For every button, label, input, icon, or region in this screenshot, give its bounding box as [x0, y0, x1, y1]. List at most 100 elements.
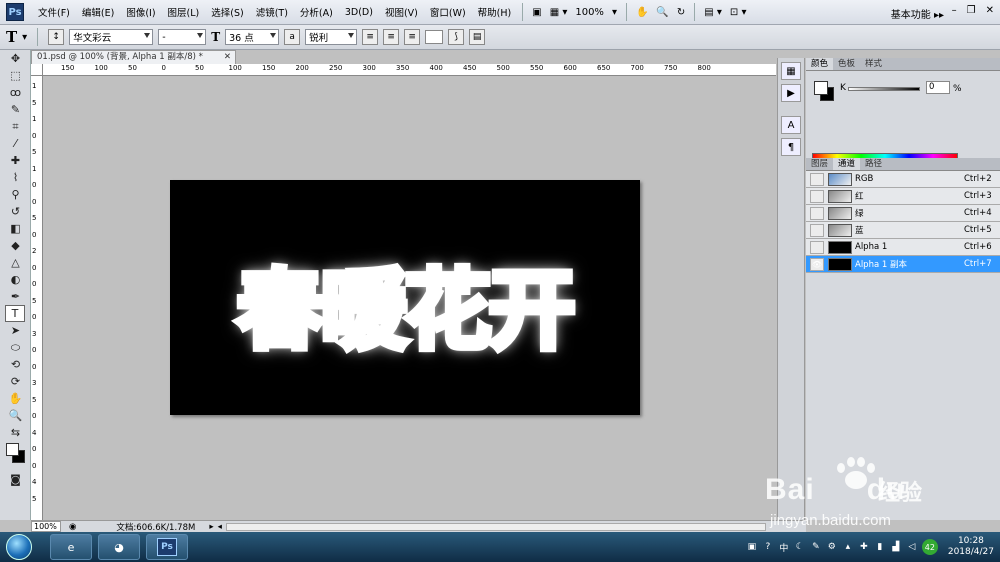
tool-preset-picker[interactable]: T	[6, 28, 17, 46]
help-icon[interactable]: ?	[762, 541, 774, 553]
ime-icon[interactable]: 中	[778, 541, 790, 554]
eye-icon[interactable]: 👁	[810, 257, 824, 271]
paragraph-icon[interactable]: ¶	[781, 138, 801, 156]
history-brush-icon[interactable]: ↺	[0, 203, 31, 220]
taskbar-photoshop[interactable]: Ps	[146, 534, 188, 560]
eraser-tool-icon[interactable]: ◧	[0, 220, 31, 237]
tab-color[interactable]: 颜色	[806, 58, 834, 70]
quick-mask-icon[interactable]: ◙	[0, 471, 31, 488]
menu-layer[interactable]: 图层(L)	[162, 5, 206, 19]
status-menu-icon[interactable]: ◉	[69, 522, 76, 532]
zoom-tool-icon[interactable]: 🔍	[0, 407, 31, 424]
status-zoom-field[interactable]: 100%	[31, 521, 61, 532]
menu-window[interactable]: 窗口(W)	[424, 5, 472, 19]
align-left-icon[interactable]: ≡	[362, 29, 379, 45]
close-document-icon[interactable]: ✕	[224, 51, 231, 64]
signal-icon[interactable]: ▟	[890, 541, 902, 553]
visibility-toggle[interactable]	[810, 189, 824, 203]
channel-row-green[interactable]: 绿 Ctrl+4	[806, 205, 1000, 222]
warp-text-icon[interactable]: ⟆	[448, 29, 465, 45]
dodge-tool-icon[interactable]: ◐	[0, 271, 31, 288]
visibility-toggle[interactable]	[810, 206, 824, 220]
menu-image[interactable]: 图像(I)	[120, 5, 161, 19]
3d-orbit-icon[interactable]: ⟳	[0, 373, 31, 390]
lasso-tool-icon[interactable]: ꝏ	[0, 84, 31, 101]
menu-view[interactable]: 视图(V)	[379, 5, 424, 19]
menu-select[interactable]: 选择(S)	[205, 5, 249, 19]
channel-row-alpha1[interactable]: Alpha 1 Ctrl+6	[806, 239, 1000, 256]
volume-icon[interactable]: ◁	[906, 541, 918, 553]
workspace-switcher[interactable]: 基本功能 ▸▸	[891, 6, 944, 21]
zoom-dropdown-icon[interactable]: ▾	[608, 3, 621, 21]
shape-tool-icon[interactable]: ⬭	[0, 339, 31, 356]
align-center-icon[interactable]: ≡	[383, 29, 400, 45]
move-tool-icon[interactable]: ✥	[0, 50, 31, 67]
status-arrow-icon[interactable]: ▸	[209, 522, 213, 532]
dropdown-arrow-icon[interactable]: ▾	[22, 32, 27, 43]
3d-rotate-icon[interactable]: ⟲	[0, 356, 31, 373]
close-icon[interactable]: ✕	[986, 5, 994, 16]
tab-swatches[interactable]: 色板	[833, 58, 860, 70]
canvas[interactable]: 春暖花开	[170, 180, 640, 415]
foreground-color-swatch[interactable]	[814, 81, 828, 95]
pen-tool-icon[interactable]: ✒	[0, 288, 31, 305]
clock[interactable]: 10:28 2018/4/27	[948, 536, 994, 558]
character-icon[interactable]: A	[781, 116, 801, 134]
font-family-select[interactable]: 华文彩云	[69, 29, 154, 45]
k-value-input[interactable]: 0	[926, 81, 950, 94]
bridge-icon[interactable]: ▣	[528, 3, 545, 21]
hand-tool-icon[interactable]: ✋	[632, 3, 652, 21]
tab-layers[interactable]: 图层	[806, 158, 833, 170]
clone-stamp-icon[interactable]: ⚲	[0, 186, 31, 203]
crop-tool-icon[interactable]: ⌗	[0, 118, 31, 135]
brush-tool-icon[interactable]: ⌇	[0, 169, 31, 186]
arrange-documents-icon[interactable]: ▤ ▾	[700, 3, 726, 21]
histogram-icon[interactable]: ▦	[781, 62, 801, 80]
vertical-ruler[interactable]: 15105100502005030035040045	[31, 76, 43, 520]
edit-icon[interactable]: ✎	[810, 541, 822, 553]
tab-styles[interactable]: 样式	[860, 58, 887, 70]
notification-badge[interactable]: 42	[921, 539, 938, 555]
screen-mode-icon[interactable]: ⊡ ▾	[726, 3, 751, 21]
align-right-icon[interactable]: ≡	[404, 29, 421, 45]
horizontal-ruler[interactable]: 150 100 50 0 50 100 150 200 250 300 350 400 450 500 55…	[43, 64, 776, 76]
channel-row-red[interactable]: 红 Ctrl+3	[806, 188, 1000, 205]
view-extras-icon[interactable]: ▦ ▾	[546, 3, 572, 21]
tab-channels[interactable]: 通道	[833, 158, 861, 170]
visibility-toggle[interactable]	[810, 223, 824, 237]
marquee-tool-icon[interactable]: ⬚	[0, 67, 31, 84]
tray-app-icon[interactable]: ▣	[746, 541, 758, 553]
network-icon[interactable]: ▮	[874, 541, 886, 553]
menu-3d[interactable]: 3D(D)	[339, 7, 379, 18]
font-size-select[interactable]: 36 点	[225, 29, 280, 45]
text-color-swatch[interactable]	[425, 30, 444, 44]
ruler-origin[interactable]	[31, 64, 43, 76]
visibility-toggle[interactable]	[810, 172, 824, 186]
taskbar-chrome-icon[interactable]: ◕	[98, 534, 140, 560]
channel-row-blue[interactable]: 蓝 Ctrl+5	[806, 222, 1000, 239]
channel-row-alpha1-copy[interactable]: 👁 Alpha 1 副本 Ctrl+7	[806, 256, 1000, 273]
menu-edit[interactable]: 编辑(E)	[76, 5, 120, 19]
path-select-icon[interactable]: ➤	[0, 322, 31, 339]
eyedropper-tool-icon[interactable]: ⁄	[0, 135, 31, 152]
blur-tool-icon[interactable]: △	[0, 254, 31, 271]
default-colors-icon[interactable]: ⇆	[0, 424, 31, 441]
rotate-view-icon[interactable]: ↻	[673, 3, 689, 21]
moon-icon[interactable]: ☾	[794, 541, 806, 553]
document-tab[interactable]: 01.psd @ 100% (背景, Alpha 1 副本/8) * ✕	[31, 50, 236, 64]
security-icon[interactable]: ✚	[858, 541, 870, 553]
settings-icon[interactable]: ⚙	[826, 541, 838, 553]
channel-row-rgb[interactable]: RGB Ctrl+2	[806, 171, 1000, 188]
foreground-color-swatch[interactable]	[6, 443, 19, 456]
font-style-select[interactable]: -	[158, 29, 207, 45]
menu-file[interactable]: 文件(F)	[32, 5, 76, 19]
antialias-select[interactable]: 锐利	[305, 29, 358, 45]
zoom-tool-icon[interactable]: 🔍	[652, 3, 672, 21]
actions-icon[interactable]: ▶	[781, 84, 801, 102]
quick-select-tool-icon[interactable]: ✎	[0, 101, 31, 118]
scroll-left-icon[interactable]: ◂	[218, 522, 222, 532]
menu-analysis[interactable]: 分析(A)	[294, 5, 339, 19]
paint-bucket-icon[interactable]: ◆	[0, 237, 31, 254]
zoom-level-select[interactable]: 100%	[571, 3, 608, 21]
type-tool-icon[interactable]: T	[5, 305, 25, 322]
